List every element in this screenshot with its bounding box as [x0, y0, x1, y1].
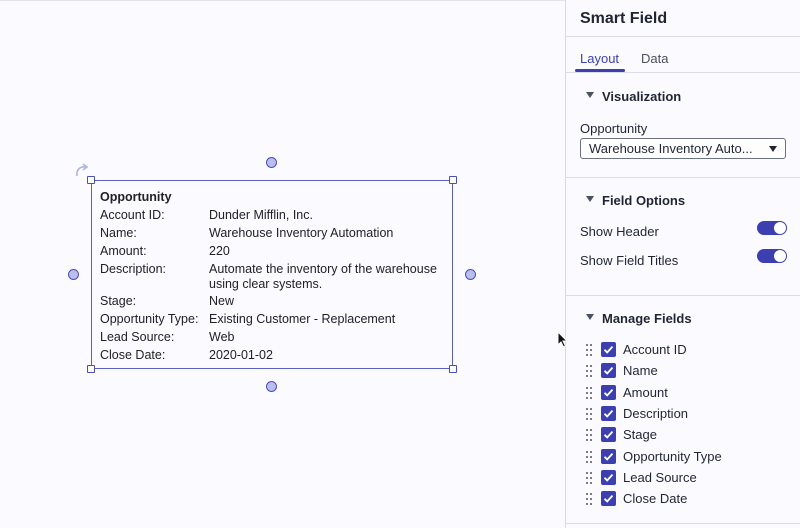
- field-label: Close Date: [623, 491, 688, 507]
- bottom-resize-handle[interactable]: [266, 381, 277, 392]
- mouse-pointer-icon: [557, 331, 569, 348]
- tab-layout[interactable]: Layout: [580, 51, 619, 66]
- top-left-corner-handle[interactable]: [87, 176, 95, 184]
- right-resize-handle[interactable]: [465, 269, 476, 280]
- divider: [566, 36, 800, 37]
- show-field-titles-toggle[interactable]: [757, 249, 787, 263]
- checkmark-icon: [603, 452, 614, 461]
- row-label: Amount:: [100, 244, 147, 258]
- smart-field-widget[interactable]: Opportunity Account ID: Dunder Mifflin, …: [91, 180, 453, 369]
- drag-handle-icon[interactable]: [586, 471, 594, 485]
- field-checkbox[interactable]: [601, 427, 616, 443]
- show-header-label: Show Header: [580, 224, 659, 239]
- row-value: Existing Customer - Replacement: [209, 312, 396, 326]
- drag-handle-icon[interactable]: [586, 492, 594, 506]
- design-canvas[interactable]: Opportunity Account ID: Dunder Mifflin, …: [0, 0, 566, 528]
- widget-title: Opportunity: [100, 190, 172, 204]
- field-checkbox[interactable]: [601, 491, 616, 507]
- tab-data[interactable]: Data: [641, 51, 668, 66]
- row-label: Account ID:: [100, 208, 165, 222]
- bottom-right-corner-handle[interactable]: [449, 365, 457, 373]
- row-label: Name:: [100, 226, 137, 240]
- show-header-toggle[interactable]: [757, 221, 787, 235]
- field-checkbox[interactable]: [601, 363, 616, 379]
- left-resize-handle[interactable]: [68, 269, 79, 280]
- show-field-titles-label: Show Field Titles: [580, 253, 679, 268]
- row-value: 2020-01-02: [209, 348, 273, 362]
- field-label: Account ID: [623, 342, 687, 357]
- field-checkbox[interactable]: [601, 405, 616, 421]
- row-value: Dunder Mifflin, Inc.: [209, 208, 313, 222]
- drag-handle-icon[interactable]: [586, 386, 594, 400]
- panel-title: Smart Field: [580, 10, 668, 27]
- drag-handle-icon[interactable]: [586, 428, 594, 442]
- triangle-down-icon: [586, 92, 594, 98]
- field-checkbox[interactable]: [601, 342, 616, 357]
- field-checkbox[interactable]: [601, 384, 616, 400]
- triangle-down-icon: [586, 314, 594, 320]
- drag-handle-icon[interactable]: [586, 450, 594, 464]
- row-value: Web: [209, 330, 235, 344]
- row-value: Warehouse Inventory Automation: [209, 226, 394, 240]
- section-heading: Manage Fields: [602, 311, 692, 326]
- checkmark-icon: [603, 367, 614, 375]
- row-value: Automate the inventory of the warehouse …: [209, 262, 437, 291]
- section-heading: Visualization: [602, 89, 682, 104]
- row-value: 220: [209, 244, 230, 258]
- top-right-corner-handle[interactable]: [449, 176, 457, 184]
- object-label: Opportunity: [580, 121, 648, 136]
- field-checkbox[interactable]: [601, 469, 616, 485]
- row-label: Description:: [100, 262, 166, 276]
- toggle-knob: [774, 250, 786, 262]
- top-resize-handle[interactable]: [266, 157, 277, 168]
- triangle-down-icon: [586, 196, 594, 202]
- properties-panel: Smart Field Layout Data Visualization Op…: [565, 0, 800, 528]
- checkmark-icon: [603, 345, 614, 354]
- divider: [566, 177, 800, 178]
- section-heading: Field Options: [602, 193, 686, 208]
- drag-handle-icon[interactable]: [586, 407, 594, 421]
- field-label: Name: [623, 363, 658, 379]
- checkmark-icon: [603, 495, 614, 503]
- checkmark-icon: [603, 431, 614, 439]
- chevron-down-icon: [769, 146, 777, 152]
- field-label: Description: [623, 405, 689, 421]
- toggle-knob: [774, 222, 786, 234]
- checkmark-icon: [603, 388, 614, 397]
- field-label: Opportunity Type: [623, 448, 722, 464]
- row-value: New: [209, 294, 235, 308]
- row-label: Close Date:: [100, 348, 166, 362]
- divider: [566, 295, 800, 296]
- row-label: Stage:: [100, 294, 137, 308]
- drag-handle-icon[interactable]: [586, 343, 594, 357]
- field-label: Lead Source: [623, 469, 697, 485]
- selected-record: Warehouse Inventory Auto...: [589, 141, 753, 156]
- row-label: Opportunity Type:: [100, 312, 199, 326]
- field-label: Stage: [623, 427, 657, 443]
- record-select[interactable]: Warehouse Inventory Auto...: [580, 138, 786, 159]
- row-label: Lead Source:: [100, 330, 175, 344]
- checkmark-icon: [603, 473, 614, 482]
- field-checkbox[interactable]: [601, 448, 616, 464]
- drag-handle-icon[interactable]: [586, 364, 594, 378]
- checkmark-icon: [603, 409, 614, 418]
- field-label: Amount: [623, 384, 668, 400]
- divider: [566, 523, 800, 524]
- bottom-left-corner-handle[interactable]: [87, 365, 95, 373]
- divider: [566, 72, 800, 73]
